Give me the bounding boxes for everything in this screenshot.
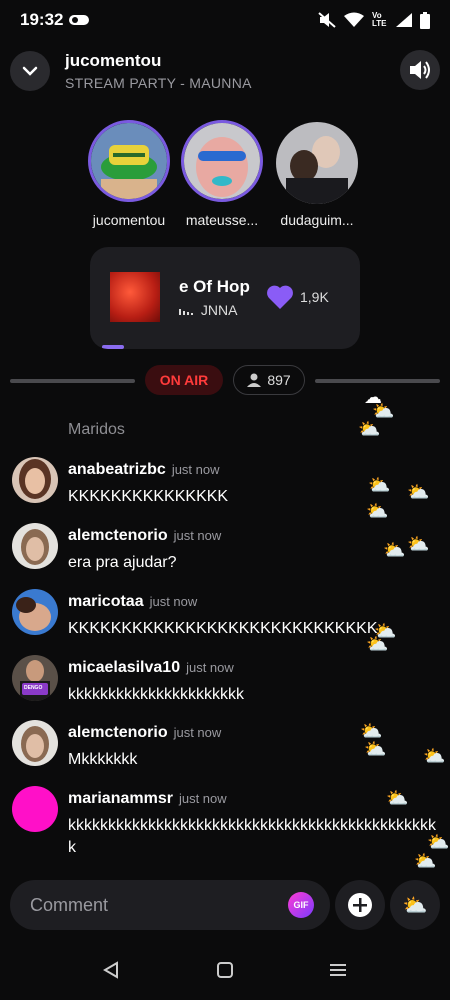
- sun-cloud-reaction-icon: ⛅: [366, 501, 389, 521]
- user-avatar[interactable]: [12, 589, 58, 635]
- party-host-name: jucomentou: [65, 51, 162, 70]
- sun-cloud-reaction-icon: ⛅: [383, 540, 406, 560]
- back-icon[interactable]: [101, 960, 121, 980]
- sun-cloud-reaction-icon: ⛅: [423, 746, 446, 766]
- chat-username[interactable]: anabeatrizbc: [68, 461, 166, 478]
- user-avatar[interactable]: [12, 457, 58, 503]
- viewer-count-value: 897: [267, 372, 291, 388]
- chat-text: kkkkkkkkkkkkkkkkkkkkkk: [68, 686, 244, 703]
- comment-placeholder: Comment: [30, 894, 109, 915]
- like-button[interactable]: [266, 284, 294, 315]
- volte-icon: Vo LTE: [372, 11, 387, 28]
- sun-cloud-reaction-icon: ⛅: [407, 534, 430, 554]
- party-header: jucomentou STREAM PARTY - MAUNNA: [10, 48, 440, 94]
- nfc-icon: [69, 14, 90, 26]
- clock: 19:32: [20, 10, 64, 29]
- album-art: [110, 272, 160, 322]
- volume-button[interactable]: [400, 50, 440, 90]
- chat-username[interactable]: alemctenorio: [68, 724, 168, 741]
- sun-cloud-icon: ⛅: [402, 894, 428, 917]
- reaction-button[interactable]: ⛅: [390, 880, 440, 930]
- user-avatar[interactable]: DENGO: [12, 655, 58, 701]
- sun-cloud-reaction-icon: ⛅: [366, 634, 389, 654]
- signal-icon: [396, 13, 412, 27]
- chat-timestamp: just now: [173, 528, 222, 543]
- chat-message: DENGO micaelasilva10 just now kkkkkkkkkkk…: [12, 655, 442, 715]
- battery-icon: [420, 11, 430, 29]
- sun-cloud-reaction-icon: ⛅: [414, 851, 437, 871]
- chat-timestamp: just now: [178, 791, 227, 806]
- chat-username[interactable]: micaelasilva10: [68, 659, 180, 676]
- now-playing-card[interactable]: e Of Hop JNNA 1,9K: [90, 247, 360, 349]
- chat-username[interactable]: marianammsr: [68, 790, 173, 807]
- person-icon: [247, 373, 262, 387]
- sun-cloud-reaction-icon: ⛅: [407, 482, 430, 502]
- chat-message: marianammsr just now kkkkkkkkkkkkkkkkkkkk…: [12, 786, 442, 866]
- chat-message: alemctenorio just now era pra ajudar?: [12, 523, 442, 583]
- recents-icon[interactable]: [328, 960, 348, 980]
- sun-cloud-reaction-icon: ⛅: [364, 739, 387, 759]
- user-avatar[interactable]: [12, 720, 58, 766]
- home-icon[interactable]: [215, 960, 235, 980]
- chat-username[interactable]: maricotaa: [68, 593, 144, 610]
- avatar-badge: DENGO: [24, 685, 43, 691]
- chat-group-label: Maridos: [68, 421, 125, 438]
- divider: [10, 379, 135, 383]
- chevron-down-icon: [22, 66, 38, 76]
- mute-icon: [318, 12, 336, 28]
- user-avatar[interactable]: [12, 786, 58, 832]
- song-title: e Of Hop: [179, 277, 250, 296]
- participants-row: jucomentou mateusse... dudaguim...: [0, 120, 450, 232]
- sun-cloud-reaction-icon: ⛅: [360, 721, 383, 741]
- status-bar: 19:32 Vo LTE: [0, 0, 450, 40]
- chat-username[interactable]: alemctenorio: [68, 527, 168, 544]
- song-artist: JNNA: [179, 302, 237, 318]
- song-progress-bar: [102, 345, 124, 349]
- speaker-icon: [408, 59, 432, 81]
- participant-name: mateusse...: [185, 212, 259, 228]
- sun-cloud-reaction-icon: ⛅: [358, 419, 381, 439]
- participant-name: jucomentou: [92, 212, 166, 228]
- comment-bar: Comment GIF ⛅: [10, 880, 440, 930]
- like-count: 1,9K: [300, 289, 329, 305]
- participant-name: dudaguim...: [280, 212, 354, 228]
- comment-input[interactable]: Comment GIF: [10, 880, 330, 930]
- chat-timestamp: just now: [173, 725, 222, 740]
- sun-cloud-reaction-icon: ⛅: [368, 475, 391, 495]
- chat-timestamp: just now: [149, 594, 198, 609]
- participant-avatar[interactable]: [181, 120, 263, 202]
- user-avatar[interactable]: [12, 523, 58, 569]
- participant-avatar[interactable]: [88, 120, 170, 202]
- gif-button[interactable]: GIF: [288, 892, 314, 918]
- chat-timestamp: just now: [171, 462, 220, 477]
- party-subtitle: STREAM PARTY - MAUNNA: [65, 75, 252, 91]
- participant-avatar[interactable]: [276, 122, 358, 204]
- divider: [315, 379, 440, 383]
- chat-text: kkkkkkkkkkkkkkkkkkkkkkkkkkkkkkkkkkkkkkkk…: [68, 817, 436, 856]
- add-button[interactable]: [335, 880, 385, 930]
- sun-cloud-reaction-icon: ⛅: [427, 832, 450, 852]
- viewer-count[interactable]: 897: [233, 365, 305, 395]
- sun-cloud-reaction-icon: ⛅: [372, 401, 395, 421]
- wifi-icon: [344, 12, 364, 28]
- plus-icon: [347, 892, 373, 918]
- equalizer-icon: [179, 302, 197, 318]
- sun-cloud-reaction-icon: ⛅: [386, 788, 409, 808]
- artist-name: JNNA: [200, 302, 238, 318]
- system-nav-bar: [0, 950, 450, 990]
- chat-timestamp: just now: [186, 660, 234, 675]
- collapse-button[interactable]: [10, 51, 50, 91]
- on-air-badge: ON AIR: [145, 365, 223, 395]
